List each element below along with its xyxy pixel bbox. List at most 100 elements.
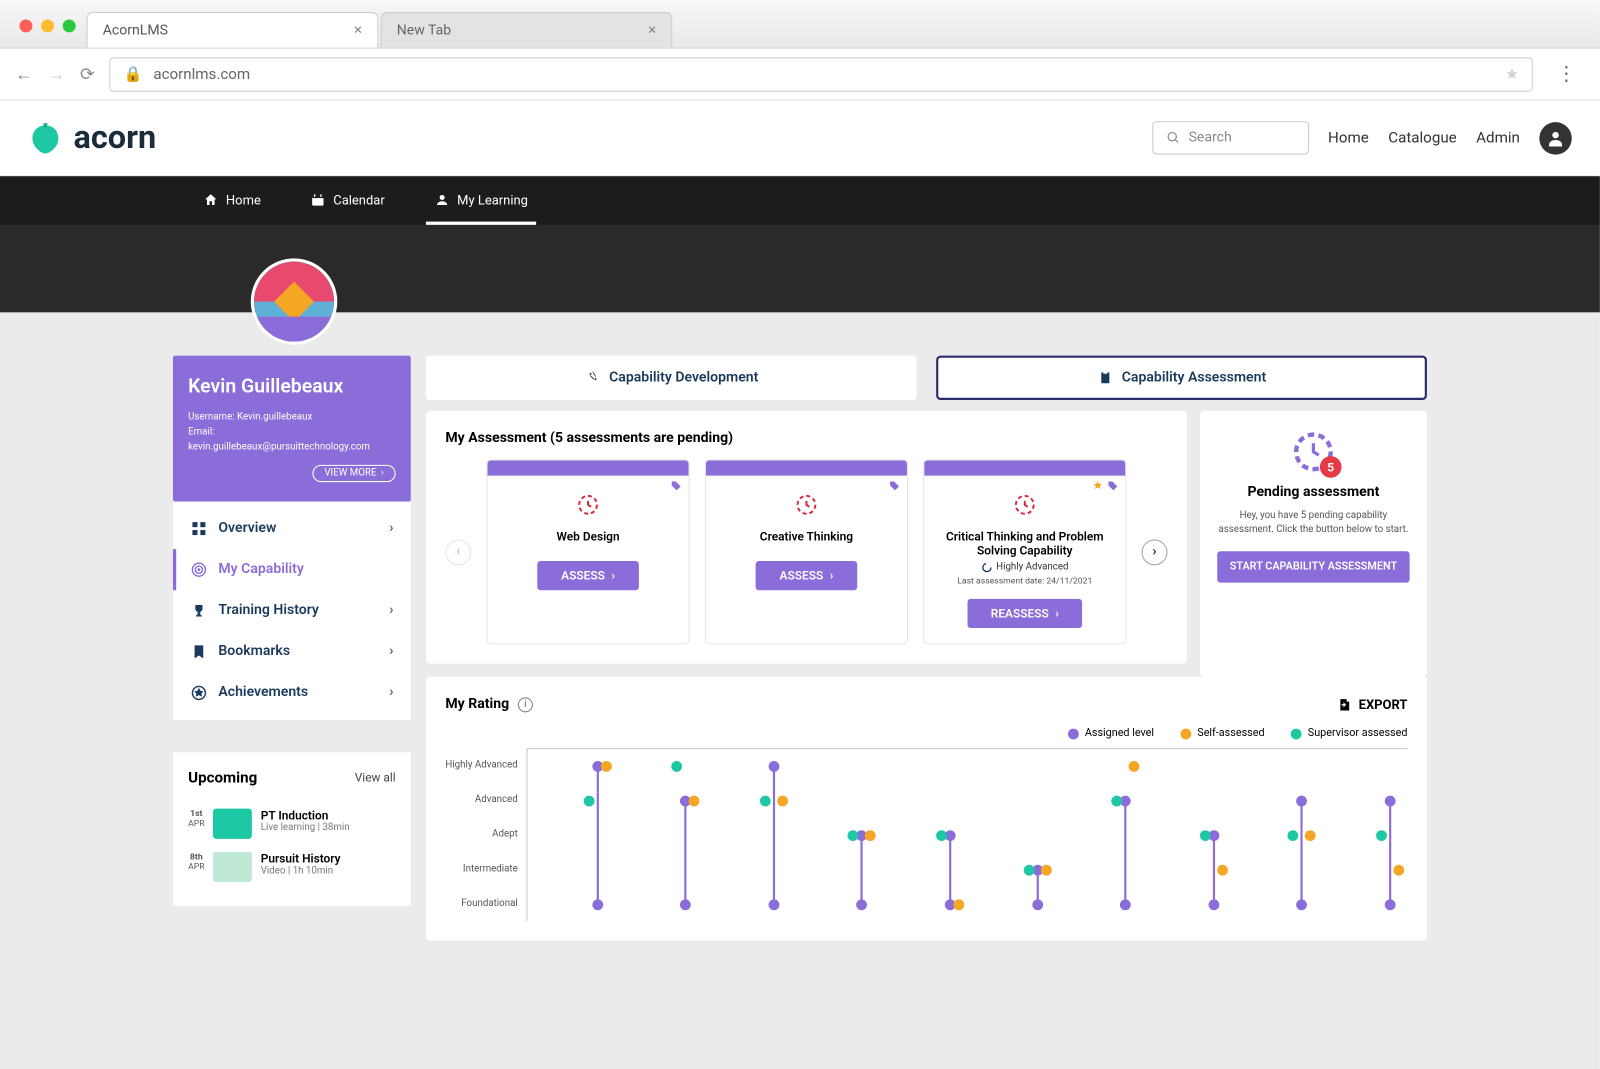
assigned-dot [1296,899,1307,910]
y-axis-label: Highly Advanced [445,748,517,783]
assigned-dot [1208,899,1219,910]
nav-item-calendar[interactable]: Calendar [302,178,393,224]
sidebar-label: Achievements [218,685,308,701]
chevron-right-icon: › [611,569,615,583]
event-thumbnail [213,852,252,882]
close-window-icon[interactable] [19,19,32,32]
nav-link-home[interactable]: Home [1328,129,1369,146]
search-input[interactable]: Search [1152,121,1309,155]
assessment-title: Critical Thinking and Problem Solving Ca… [935,530,1114,558]
self-assessed-dot [1129,761,1140,772]
upcoming-item[interactable]: 8thAPRPursuit HistoryVideo | 1h 10min [188,845,396,888]
assigned-dot [1032,899,1043,910]
supervisor-dot [584,796,595,807]
tab-label: Capability Development [609,370,758,386]
back-icon[interactable]: ← [15,63,32,85]
rocket-icon [584,370,600,386]
nav-link-admin[interactable]: Admin [1476,129,1520,146]
tab-label: Capability Assessment [1122,370,1266,386]
user-avatar-icon[interactable] [1539,122,1571,154]
nav-link-catalogue[interactable]: Catalogue [1388,129,1456,146]
event-title: Pursuit History [261,852,341,866]
close-tab-icon[interactable]: × [354,22,362,39]
upcoming-panel: Upcoming View all 1stAPRPT InductionLive… [173,752,411,906]
chart-column [554,749,642,921]
person-icon [434,192,449,207]
legend-dot-icon [1180,728,1191,739]
clipboard-icon [1097,370,1113,386]
assess-button[interactable]: ASSESS › [537,561,638,590]
tag-icon [889,480,901,492]
clock-icon [576,493,600,517]
brand-logo[interactable]: acorn [28,119,156,157]
forward-icon[interactable]: → [48,63,65,85]
chart-plot-area [526,748,1407,921]
legend-dot-icon [1291,728,1302,739]
bookmark-star-icon[interactable]: ★ [1505,65,1519,82]
sidebar-item-achievements[interactable]: Achievements› [173,672,411,713]
close-tab-icon[interactable]: × [648,22,656,39]
browser-tab[interactable]: New Tab × [381,12,673,48]
pending-clock-icon: 5 [1292,430,1335,473]
profile-avatar[interactable] [251,258,337,344]
assess-button[interactable]: REASSESS › [967,599,1083,628]
assessment-heading: My Assessment (5 assessments are pending… [445,430,1167,446]
nav-item-home[interactable]: Home [195,178,270,224]
browser-menu-icon[interactable]: ⋮ [1548,63,1585,86]
chevron-right-icon: › [1055,606,1059,620]
self-assessed-dot [777,796,788,807]
view-all-link[interactable]: View all [355,771,396,785]
start-assessment-button[interactable]: START CAPABILITY ASSESSMENT [1217,552,1410,583]
sidebar-item-overview[interactable]: Overview› [173,508,411,549]
sidebar-item-bookmarks[interactable]: Bookmarks› [173,631,411,672]
assigned-range-line [1389,801,1391,905]
chart-column [642,749,730,921]
export-button[interactable]: EXPORT [1337,697,1407,712]
nav-item-my-learning[interactable]: My Learning [426,178,537,224]
maximize-window-icon[interactable] [63,19,76,32]
self-assessed-dot [865,830,876,841]
url-input[interactable]: 🔒 acornlms.com ★ [110,57,1533,92]
sidebar-item-training-history[interactable]: Training History› [173,590,411,631]
chart-column [730,749,818,921]
upcoming-item[interactable]: 1stAPRPT InductionLive learning | 38min [188,802,396,845]
assigned-dot [856,899,867,910]
sidebar-item-my-capability[interactable]: My Capability [173,549,411,590]
hero-banner [0,226,1600,312]
browser-tab-strip: AcornLMS × New Tab × [0,0,1600,49]
self-assessed-dot [1041,865,1052,876]
info-icon[interactable]: i [518,697,533,712]
app-header: acorn Search Home Catalogue Admin [0,101,1600,177]
assessment-title: Web Design [498,530,677,544]
home-icon [203,192,218,207]
tag-icon [670,480,682,492]
reload-icon[interactable]: ⟳ [80,64,94,85]
assigned-dot [1384,899,1395,910]
assigned-dot [1296,796,1307,807]
tab-capability-development[interactable]: Capability Development [426,356,917,400]
y-axis: Highly AdvancedAdvancedAdeptIntermediate… [445,748,526,921]
user-name: Kevin Guillebeaux [188,375,396,398]
user-email: Email: kevin.guillebeaux@pursuittechnolo… [188,425,396,456]
supervisor-dot [936,830,947,841]
lock-icon: 🔒 [124,65,143,82]
carousel-next-button[interactable]: › [1142,539,1168,565]
assigned-range-line [861,836,863,905]
minimize-window-icon[interactable] [41,19,54,32]
assess-button[interactable]: ASSESS › [756,561,857,590]
pending-count-badge: 5 [1320,456,1342,478]
browser-tab-active[interactable]: AcornLMS × [86,12,378,48]
chart-column [1170,749,1258,921]
y-axis-label: Advanced [445,783,517,818]
supervisor-dot [1200,830,1211,841]
carousel-prev-button[interactable]: ‹ [445,539,471,565]
url-text: acornlms.com [153,65,250,82]
rating-title: My Rating [445,696,509,712]
tab-capability-assessment[interactable]: Capability Assessment [936,356,1427,400]
event-date: 1stAPR [188,808,204,838]
tag-icon [1107,480,1119,492]
view-more-button[interactable]: VIEW MORE › [312,465,395,482]
nav-label: My Learning [457,192,528,207]
chart-column [818,749,906,921]
tab-title: New Tab [397,22,451,38]
